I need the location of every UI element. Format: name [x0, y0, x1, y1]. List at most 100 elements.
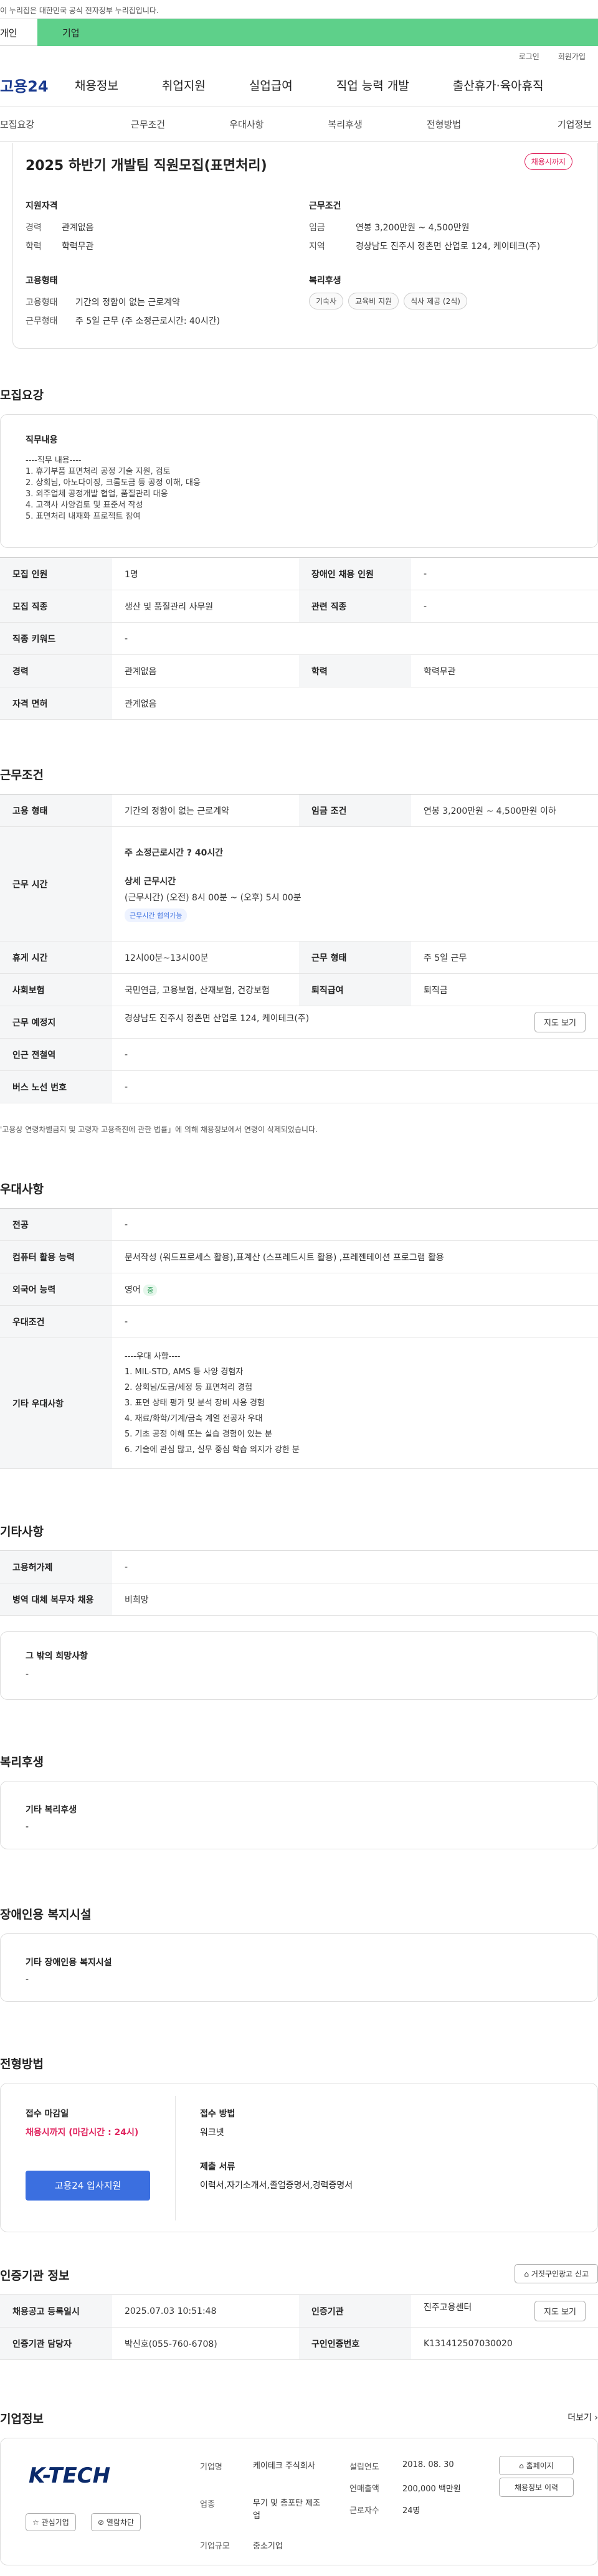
duty-line: 3. 외주업체 공정개발 협업, 품질관리 대응	[26, 489, 168, 499]
cell-value: 박신호(055-760-6708)	[112, 2327, 299, 2360]
cell-value: 1명	[112, 557, 299, 590]
table-row: 경력 관계없음 학력 학력무관	[0, 654, 598, 687]
edu-value: 학력무관	[62, 242, 94, 252]
method-value: 워크넷	[200, 2128, 224, 2138]
size-value: 중소기업	[253, 2542, 283, 2551]
etc-table: 고용허가제 - 병역 대체 복무자 채용 비희망	[0, 1550, 598, 1616]
agency-table: 채용공고 등록일시 2025.07.03 10:51:48 인증기관 진주고용센터 지도…	[0, 2295, 598, 2360]
gnb-item[interactable]: 채용정보	[75, 77, 118, 93]
more-label: 더보기	[567, 2413, 592, 2423]
cell-head: 컴퓨터 활용 능력	[0, 1240, 112, 1273]
deadline-title: 접수 마감일	[26, 2109, 69, 2119]
company-card: K-TECH ☆ 관심기업 ⊘ 열람차단 기업명 케이테크 주식회사 설립연도 …	[0, 2438, 598, 2565]
cell-head: 병역 대체 복무자 채용	[0, 1583, 112, 1616]
work-title: 근무조건	[0, 768, 44, 782]
homepage-label: 홈페이지	[526, 2461, 554, 2470]
table-row: 채용공고 등록일시 2025.07.03 10:51:48 인증기관 진주고용센터 지도…	[0, 2295, 598, 2328]
cell-head: 전공	[0, 1208, 112, 1241]
duty-line: 2. 상회님, 아노다이징, 크롬도금 등 공정 이해, 대응	[26, 478, 201, 488]
emp-type-label: 고용형태	[26, 298, 58, 308]
cell-value: 비희망	[112, 1583, 598, 1616]
fav-button[interactable]: ☆ 관심기업	[26, 2513, 76, 2531]
tab-conditions[interactable]: 근무조건	[98, 118, 197, 131]
time-hours: 주 소정근로시간 ? 40시간	[125, 847, 224, 858]
cell-value: 진주고용센터 지도 보기	[411, 2295, 598, 2328]
cell-value: 퇴직금	[411, 973, 598, 1006]
tab-process[interactable]: 전형방법	[394, 118, 493, 131]
cell-value: -	[112, 1305, 598, 1338]
docs-value: 이력서,자기소개서,졸업증명서,경력증명서	[200, 2181, 353, 2191]
login-link[interactable]: 로그인	[519, 51, 539, 64]
status-badge: 채용시까지	[524, 153, 572, 170]
report-label: 거짓구인광고 신고	[531, 2270, 589, 2278]
etc-title: 기타사항	[0, 1525, 44, 1539]
signup-link[interactable]: 회원가입	[558, 51, 586, 64]
duty-line: 1. 휴기부품 표면처리 공정 기술 지원, 검토	[26, 467, 171, 476]
cond-title: 근무조건	[309, 201, 341, 211]
welfare-sub: 기타 복리후생	[26, 1805, 77, 1815]
welfare-tag: 기숙사	[309, 293, 344, 309]
pref-title: 우대사항	[0, 1182, 44, 1196]
apply-button[interactable]: 고용24 입사지원	[26, 2171, 150, 2201]
wage-label: 임금	[309, 223, 325, 233]
cell-head: 인증기관 담당자	[0, 2327, 112, 2360]
summary-card: 2025 하반기 개발팀 직원모집(표면처리) 채용시까지 지원자격 경력 관계…	[12, 143, 598, 349]
pref-table: 전공 - 컴퓨터 활용 능력 문서작성 (워드프로세스 활용),표계산 (스프레드시…	[0, 1208, 598, 1469]
table-row: 우대조건 -	[0, 1305, 598, 1338]
cell-head: 근무 형태	[299, 941, 411, 974]
table-row: 근무 시간 주 소정근로시간 ? 40시간 상세 근무시간 (근무시간) (오전…	[0, 826, 598, 941]
job-history-button[interactable]: 채용정보 이력	[499, 2478, 574, 2497]
cell-value: -	[112, 622, 598, 655]
tab-preference[interactable]: 우대사항	[197, 118, 296, 131]
work-value: 주 5일 근무 (주 소정근로시간: 40시간)	[75, 316, 221, 326]
cell-head: 외국어 능력	[0, 1273, 112, 1306]
pref-line: ----우대 사항----	[125, 1352, 181, 1361]
cell-value: 경상남도 진주시 정촌면 산업로 124, 케이테크(주) 지도 보기	[112, 1006, 598, 1039]
gnb-item[interactable]: 직업 능력 개발	[336, 77, 409, 93]
cell-head: 학력	[299, 654, 411, 687]
table-row: 근무 예정지 경상남도 진주시 정촌면 산업로 124, 케이테크(주) 지도 보기	[0, 1006, 598, 1039]
table-row: 컴퓨터 활용 능력 문서작성 (워드프로세스 활용),표계산 (스프레드시트 활용…	[0, 1240, 598, 1273]
tab-welfare[interactable]: 복리후생	[296, 118, 394, 131]
region-value: 경상남도 진주시 정촌면 산업로 124, 케이테크(주)	[356, 242, 541, 252]
chevron-right-icon: ›	[594, 2413, 598, 2423]
homepage-button[interactable]: ⌂ 홈페이지	[499, 2456, 574, 2475]
lang-value: 영어	[125, 1285, 141, 1295]
work-table: 고용 형태 기간의 정함이 없는 근로계약 임금 조건 연봉 3,200만원 ~ 4,…	[0, 794, 598, 1103]
time-detail: (근무시간) (오전) 8시 00분 ~ (오후) 5시 00분	[125, 892, 301, 903]
work-label: 근무형태	[26, 316, 58, 326]
block-button[interactable]: ⊘ 열람차단	[91, 2513, 141, 2531]
pref-line: 2. 상회님/도금/세정 등 표면처리 경험	[125, 1383, 253, 1392]
cell-head: 버스 노선 번호	[0, 1070, 112, 1103]
gnb-item[interactable]: 실업급여	[249, 77, 293, 93]
cell-value: 학력무관	[411, 654, 598, 687]
est-label: 설립연도	[349, 2463, 379, 2472]
tab-personal[interactable]: 개인	[0, 19, 37, 46]
report-button[interactable]: ⌂ 거짓구인광고 신고	[515, 2264, 598, 2283]
tab-recruit[interactable]: 모집요강	[0, 118, 98, 131]
cell-value: 12시00분~13시00분	[112, 941, 299, 974]
more-link[interactable]: 더보기 ›	[567, 2411, 598, 2423]
map-button[interactable]: 지도 보기	[534, 1012, 586, 1032]
agency-map-button[interactable]: 지도 보기	[534, 2301, 586, 2321]
emp-label: 근로자수	[349, 2506, 379, 2516]
cell-value: ----우대 사항---- 1. MIL-STD, AMS 등 사양 경험자 2…	[112, 1338, 598, 1469]
recruit-table: 모집 인원 1명 장애인 채용 인원 - 모집 직종 생산 및 품질관리 사무원 관련 직…	[0, 557, 598, 720]
process-title: 전형방법	[0, 2057, 44, 2071]
tab-company[interactable]: 기업	[37, 19, 598, 46]
site-logo[interactable]: 고용24	[0, 74, 75, 96]
table-row: 직종 키워드 -	[0, 622, 598, 655]
table-row: 기타 우대사항 ----우대 사항---- 1. MIL-STD, AMS 등 …	[0, 1338, 598, 1469]
block-label: 열람차단	[106, 2518, 135, 2527]
block-icon: ⊘	[98, 2518, 105, 2527]
gnb-item[interactable]: 출산휴가·육아휴직	[453, 77, 544, 93]
duty-line: 4. 고객사 사양검토 및 표준서 작성	[26, 501, 143, 510]
recruit-title: 모집요강	[0, 389, 44, 402]
table-row: 고용 형태 기간의 정함이 없는 근로계약 임금 조건 연봉 3,200만원 ~ 4,…	[0, 794, 598, 827]
tab-company-info[interactable]: 기업정보	[493, 118, 598, 131]
deadline-value: 채용시까지 (마감시간 : 24시)	[26, 2128, 139, 2138]
agency-title: 인증기관 정보	[0, 2269, 70, 2283]
fav-label: 관심기업	[41, 2518, 69, 2527]
gov-banner: 이 누리집은 대한민국 공식 전자정부 누리집입니다.	[0, 0, 598, 19]
gnb-item[interactable]: 취업지원	[162, 77, 206, 93]
